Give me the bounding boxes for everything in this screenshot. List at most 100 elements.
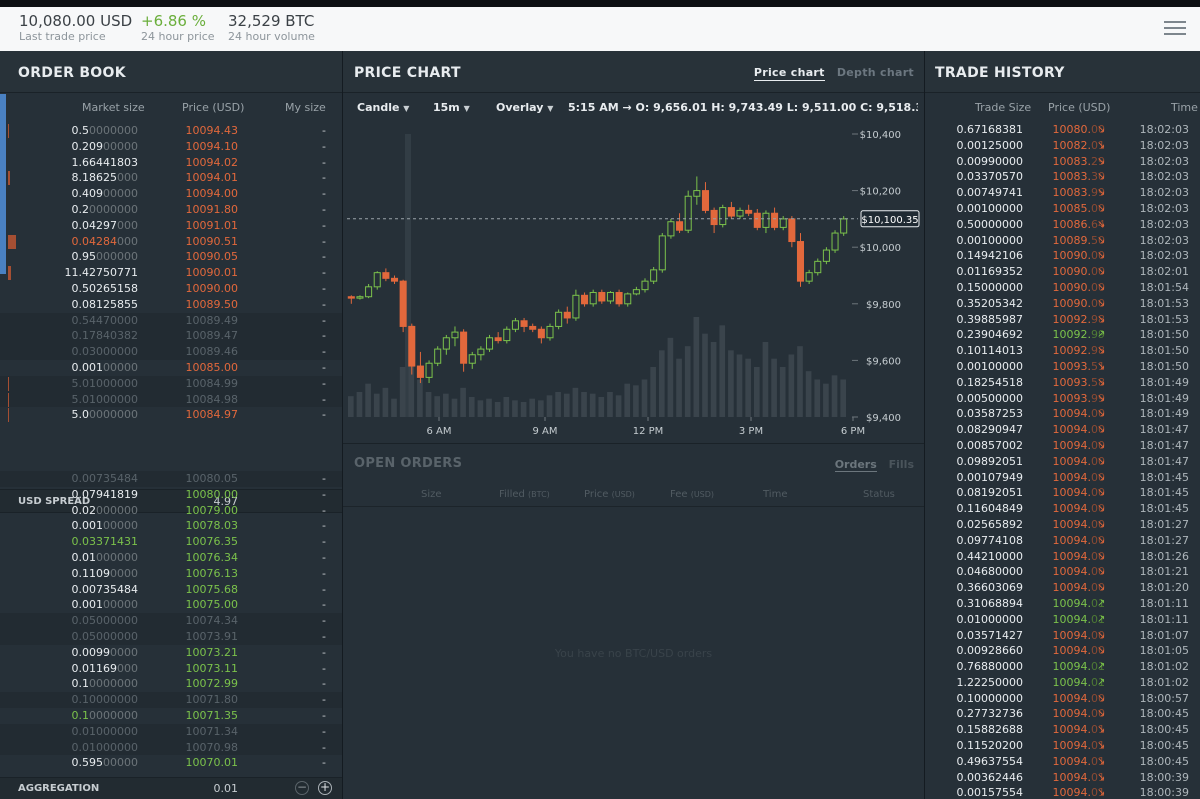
ask-row[interactable]: 5.00000000 10084.97 - bbox=[0, 407, 342, 423]
ask-row[interactable]: 0.17840382 10089.47 - bbox=[0, 328, 342, 345]
price-int: 10080. bbox=[185, 487, 225, 501]
candle-down bbox=[563, 311, 571, 319]
bid-row[interactable]: 0.02000000 10079.00 - bbox=[0, 503, 342, 519]
price-chart-title: PRICE CHART bbox=[354, 65, 461, 81]
bid-row[interactable]: 0.00100000 10078.03 - bbox=[0, 518, 342, 534]
interval-dropdown[interactable]: 15m ▼ bbox=[433, 101, 470, 114]
bid-row[interactable]: 0.01000000 10076.34 - bbox=[0, 550, 342, 566]
size-digits: 0.02 bbox=[71, 503, 97, 517]
open-orders-title: OPEN ORDERS bbox=[354, 456, 463, 471]
ask-row[interactable]: 0.40900000 10094.00 - bbox=[0, 186, 342, 202]
bid-row[interactable]: 0.59500000 10070.01 - bbox=[0, 755, 342, 771]
price-int: 10090. bbox=[185, 234, 225, 248]
col-my-size[interactable]: My size bbox=[285, 101, 326, 114]
bid-row[interactable]: 0.10000000 10071.80 - bbox=[0, 692, 342, 708]
bid-row[interactable]: 0.11090000 10076.13 - bbox=[0, 566, 342, 582]
col-price[interactable]: Price (USD) bbox=[182, 101, 244, 114]
candle-down bbox=[382, 272, 390, 279]
price: 10076.35 bbox=[150, 534, 239, 550]
bid-row[interactable]: 0.01169000 10073.11 - bbox=[0, 661, 342, 677]
last-trade-label: Last trade price bbox=[19, 30, 106, 43]
trade-price-int: 10090. bbox=[1052, 265, 1092, 279]
ask-row[interactable]: 0.54470000 10089.49 - bbox=[0, 312, 342, 329]
ask-row[interactable]: 8.18625000 10094.01 - bbox=[0, 170, 342, 186]
ask-row[interactable]: 1.66441803 10094.02 - bbox=[0, 155, 342, 171]
chart-svg: $10,400 $10,200 $10,000 $9,800 $9,600 $9,400 $… bbox=[343, 124, 924, 441]
trade-size: 0.09774108 bbox=[956, 533, 1023, 547]
bid-row[interactable]: 0.03371431 10076.35 - bbox=[0, 534, 342, 550]
ask-row[interactable]: 0.20900000 10094.10 - bbox=[0, 139, 342, 155]
bid-row[interactable]: 0.10000000 10072.99 - bbox=[0, 676, 342, 692]
trade-price-int: 10094. bbox=[1052, 407, 1092, 421]
trade-size: 0.27732736 bbox=[956, 707, 1023, 721]
trade-time: 18:02:03 bbox=[1139, 201, 1189, 215]
bid-row[interactable]: 0.00990000 10073.21 - bbox=[0, 645, 342, 661]
trade-price: 10094.00 bbox=[1035, 485, 1106, 501]
trade-price-int: 10092. bbox=[1052, 344, 1092, 358]
price-decimals: 00 bbox=[224, 281, 238, 295]
tab-orders[interactable]: Orders bbox=[834, 458, 877, 472]
ask-row[interactable]: 0.03000000 10089.46 - bbox=[0, 344, 342, 360]
candle-down bbox=[581, 294, 589, 305]
overlay-dropdown[interactable]: Overlay ▼ bbox=[496, 101, 553, 114]
trade-price-int: 10094. bbox=[1052, 470, 1092, 484]
candle-up bbox=[641, 280, 649, 291]
trade-history-list: 0.67168381 10080.00 ↘ 18:02:03 0.00125000 100… bbox=[925, 122, 1200, 799]
market-size: 0.59500000 bbox=[8, 755, 139, 771]
trade-price-int: 10094. bbox=[1052, 770, 1092, 784]
ask-row[interactable]: 0.20000000 10091.80 - bbox=[0, 202, 342, 218]
trade-time: 18:02:03 bbox=[1139, 123, 1189, 136]
ask-row[interactable]: 0.95000000 10090.05 - bbox=[0, 249, 342, 265]
trade-price: 10082.01 bbox=[1035, 138, 1106, 154]
bid-row[interactable]: 0.00735484 10080.05 - bbox=[0, 471, 342, 487]
bid-row[interactable]: 0.05000000 10074.34 - bbox=[0, 613, 342, 629]
arrow-down-icon: ↘ bbox=[1097, 297, 1106, 309]
volume-bar bbox=[512, 400, 518, 417]
size-digits: 0.17840382 bbox=[71, 329, 138, 343]
ask-row[interactable]: 0.00100000 10085.00 - bbox=[0, 360, 342, 376]
candlestick-chart[interactable]: $10,400 $10,200 $10,000 $9,800 $9,600 $9,400 $… bbox=[343, 124, 924, 441]
price-int: 10071. bbox=[185, 708, 225, 722]
hamburger-menu-icon[interactable] bbox=[1164, 21, 1186, 37]
col-fee-label: Fee bbox=[670, 489, 688, 500]
aggregation-plus-button[interactable]: + bbox=[318, 781, 332, 795]
volume-bar bbox=[779, 367, 786, 417]
price-decimals: 51 bbox=[224, 234, 238, 248]
bid-row[interactable]: 0.00100000 10075.00 - bbox=[0, 597, 342, 613]
volume-bar bbox=[460, 387, 466, 417]
tab-depth-chart[interactable]: Depth chart bbox=[837, 66, 914, 79]
bid-row[interactable]: 0.10000000 10071.35 - bbox=[0, 708, 342, 724]
ask-row[interactable]: 0.04297000 10091.01 - bbox=[0, 218, 342, 234]
market-size: 0.10000000 bbox=[8, 692, 138, 708]
candle-down bbox=[796, 241, 805, 282]
bid-row[interactable]: 0.01000000 10070.98 - bbox=[0, 739, 342, 756]
aggregation-minus-button[interactable]: − bbox=[295, 781, 309, 795]
col-market-size[interactable]: Market size bbox=[82, 101, 145, 114]
bid-row[interactable]: 0.01000000 10071.34 - bbox=[0, 723, 342, 740]
price-int: 10076. bbox=[185, 566, 225, 580]
bid-row[interactable]: 0.00735484 10075.68 - bbox=[0, 582, 342, 598]
ask-row[interactable]: 0.50265158 10090.00 - bbox=[0, 281, 342, 297]
bid-row[interactable]: 0.07941819 10080.00 - bbox=[0, 487, 342, 503]
market-size: 5.01000000 bbox=[8, 392, 138, 408]
size-padding: 000000 bbox=[96, 550, 138, 564]
candle-dropdown[interactable]: Candle ▼ bbox=[357, 101, 409, 114]
candle-up bbox=[477, 348, 485, 356]
ask-row[interactable]: 0.08125855 10089.50 - bbox=[0, 297, 342, 313]
trade-price-int: 10094. bbox=[1052, 675, 1092, 689]
tab-price-chart[interactable]: Price chart bbox=[753, 66, 825, 81]
ask-row[interactable]: 5.01000000 10084.98 - bbox=[0, 391, 342, 408]
bid-row[interactable]: 0.05000000 10073.91 - bbox=[0, 628, 342, 645]
trade-price-int: 10094. bbox=[1052, 739, 1092, 753]
tab-fills[interactable]: Fills bbox=[889, 458, 914, 471]
trade-price: 10090.00 bbox=[1035, 248, 1106, 264]
ask-row[interactable]: 0.04284000 10090.51 - bbox=[0, 234, 342, 250]
ask-row[interactable]: 0.50000000 10094.43 - bbox=[0, 123, 342, 139]
ask-row[interactable]: 11.42750771 10090.01 - bbox=[0, 265, 342, 281]
volume-bar bbox=[486, 398, 492, 417]
ask-row[interactable]: 5.01000000 10084.99 - bbox=[0, 375, 342, 392]
trade-price-int: 10094. bbox=[1052, 423, 1092, 437]
volume-bar bbox=[831, 375, 838, 417]
size-padding: 0000 bbox=[110, 566, 138, 580]
size-digits: 0.54470000 bbox=[71, 313, 138, 327]
